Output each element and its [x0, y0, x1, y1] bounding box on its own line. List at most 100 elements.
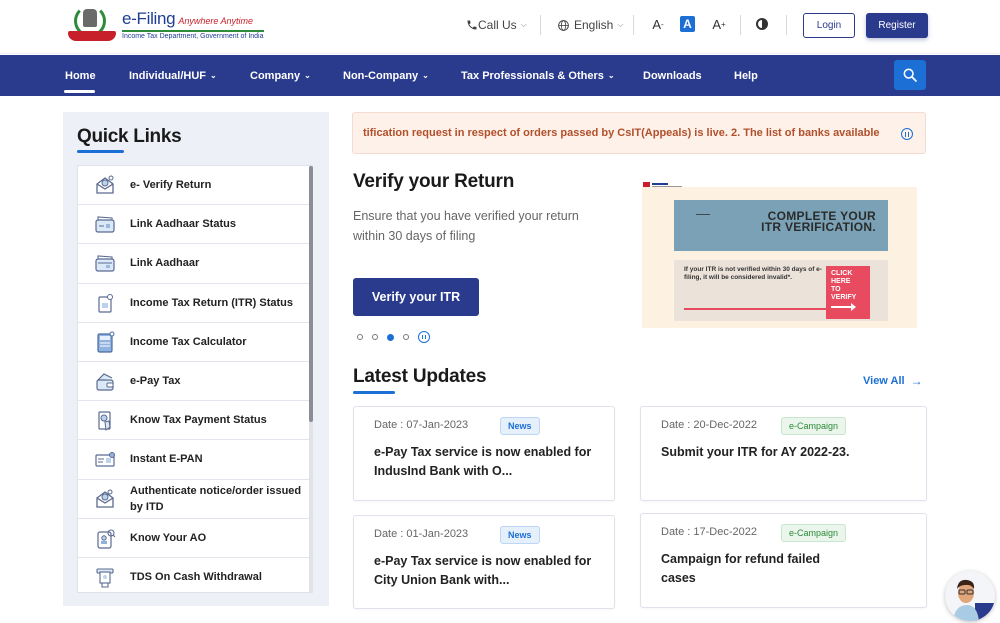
- chevron-down-icon: ⌄: [422, 71, 429, 80]
- itr-verification-banner[interactable]: COMPLETE YOUR ITR VERIFICATION. If your …: [642, 187, 917, 328]
- language-dropdown[interactable]: English ⌵: [557, 13, 623, 37]
- banner-efiling-logo: [643, 176, 691, 188]
- verify-itr-button[interactable]: Verify your ITR: [353, 278, 479, 316]
- ticker-pause-button[interactable]: [901, 128, 913, 140]
- quick-link-item[interactable]: Income Tax Return (ITR) Status: [78, 284, 312, 323]
- nav-individual-huf[interactable]: Individual/HUF ⌄: [129, 55, 217, 96]
- call-us-dropdown[interactable]: Call Us ⌵: [466, 13, 527, 37]
- update-date: Date : 17-Dec-2022: [661, 526, 757, 538]
- register-button[interactable]: Register: [866, 13, 928, 38]
- nav-downloads[interactable]: Downloads: [643, 55, 702, 96]
- update-date: Date : 20-Dec-2022: [661, 419, 757, 431]
- chevron-down-icon: ⌄: [607, 71, 615, 80]
- carousel-description: Ensure that you have verified your retur…: [353, 209, 579, 243]
- login-button[interactable]: Login: [803, 13, 855, 38]
- quick-links-list: e- Verify Return Link Aadhaar Status Link …: [77, 165, 313, 593]
- chatbot-avatar-button[interactable]: [945, 571, 995, 621]
- nav-non-company[interactable]: Non-Company ⌄: [343, 55, 429, 96]
- ticker-text[interactable]: tification request in respect of orders …: [363, 127, 880, 139]
- phone-icon: [467, 20, 477, 30]
- nav-help[interactable]: Help: [734, 55, 758, 96]
- active-nav-indicator: [64, 90, 95, 93]
- font-decrease-button[interactable]: A-: [650, 15, 666, 33]
- quick-link-label: Authenticate notice/order issued by ITD: [130, 484, 302, 513]
- nav-label: Non-Company: [343, 69, 419, 82]
- update-card[interactable]: Date : 07-Jan-2023 News e-Pay Tax servic…: [353, 406, 615, 501]
- update-card[interactable]: Date : 17-Dec-2022 e-Campaign Campaign f…: [640, 513, 927, 608]
- chevron-down-icon: ⌵: [520, 20, 527, 29]
- quick-link-item[interactable]: Income Tax Calculator: [78, 323, 312, 362]
- cta-line: CLICK: [831, 270, 853, 277]
- update-text: e-Pay Tax service is now enabled for Cit…: [374, 554, 592, 587]
- carousel-dot[interactable]: [387, 333, 394, 341]
- update-text: Campaign for refund failed cases: [661, 552, 821, 585]
- nav-label: Downloads: [643, 69, 702, 82]
- chevron-down-icon: ⌄: [210, 71, 217, 80]
- carousel-title: Verify your Return: [353, 171, 515, 192]
- nav-company[interactable]: Company ⌄: [250, 55, 311, 96]
- divider: [786, 15, 787, 35]
- quick-link-label: Know Tax Payment Status: [130, 414, 267, 427]
- chevron-down-icon: ⌄: [304, 71, 311, 80]
- font-decrease-label: A: [652, 16, 661, 32]
- efiling-logo[interactable]: e-Filing Anywhere Anytime Income Tax Dep…: [66, 5, 264, 43]
- aadhaar-link-icon: [94, 252, 116, 274]
- quick-link-item[interactable]: Know Your AO: [78, 519, 312, 558]
- assistant-avatar-icon: [953, 579, 995, 621]
- carousel-dot[interactable]: [372, 334, 378, 340]
- campaign-badge: e-Campaign: [781, 417, 847, 435]
- update-card[interactable]: Date : 01-Jan-2023 News e-Pay Tax servic…: [353, 515, 615, 609]
- contrast-toggle-icon[interactable]: [756, 18, 768, 30]
- logo-tagline: Anywhere Anytime: [178, 15, 254, 26]
- quick-link-item[interactable]: Link Aadhaar: [78, 244, 312, 284]
- news-badge: News: [500, 526, 540, 544]
- pan-card-icon: [94, 448, 116, 470]
- globe-icon: [558, 19, 569, 31]
- banner-click-to-verify[interactable]: CLICK HERE TO VERIFY: [826, 266, 870, 319]
- document-status-icon: [94, 292, 116, 314]
- view-all-link[interactable]: View All →: [863, 374, 923, 388]
- nav-tax-professionals[interactable]: Tax Professionals & Others ⌄: [461, 55, 615, 96]
- quick-link-item[interactable]: Link Aadhaar Status: [78, 205, 312, 245]
- quick-link-label: Link Aadhaar Status: [130, 218, 236, 231]
- title-underline: [353, 391, 395, 394]
- carousel-indicators: [357, 331, 430, 343]
- search-button[interactable]: [894, 60, 926, 90]
- quick-link-item[interactable]: Authenticate notice/order issued by ITD: [78, 480, 312, 519]
- cta-line: HERE: [831, 278, 851, 285]
- quick-link-item[interactable]: e- Verify Return: [78, 166, 312, 206]
- nav-label: Tax Professionals & Others: [461, 69, 604, 82]
- quick-link-item[interactable]: Know Tax Payment Status: [78, 401, 312, 441]
- quick-link-item[interactable]: TDS On Cash Withdrawal: [78, 558, 312, 592]
- main-nav: Home Individual/HUF ⌄ Company ⌄ Non-Compan…: [0, 55, 1000, 96]
- carousel-pause-button[interactable]: [418, 331, 430, 343]
- announcement-ticker: tification request in respect of orders …: [352, 112, 926, 154]
- atm-withdrawal-icon: [94, 566, 116, 588]
- chevron-down-icon: ⌵: [617, 20, 624, 29]
- update-card[interactable]: Date : 20-Dec-2022 e-Campaign Submit you…: [640, 406, 927, 501]
- banner-heading-line2: ITR VERIFICATION.: [761, 220, 876, 234]
- font-increase-button[interactable]: A +: [711, 15, 727, 33]
- carousel-dot[interactable]: [357, 334, 363, 340]
- calculator-icon: [94, 331, 116, 353]
- envelope-authenticate-icon: [94, 488, 116, 510]
- arrow-right-icon: [684, 305, 831, 313]
- quick-links-panel: Quick Links e- Verify Return Link Aadhaar…: [63, 112, 329, 606]
- quick-link-label: e-Pay Tax: [130, 375, 181, 388]
- quick-link-item[interactable]: e-Pay Tax: [78, 362, 312, 402]
- view-all-label: View All: [863, 375, 905, 387]
- quick-link-label: Link Aadhaar: [130, 257, 200, 270]
- update-text: e-Pay Tax service is now enabled for Ind…: [374, 445, 592, 478]
- campaign-badge: e-Campaign: [781, 524, 847, 542]
- quick-link-item[interactable]: Instant E-PAN: [78, 440, 312, 480]
- nav-label: Home: [65, 69, 96, 82]
- payment-status-icon: [94, 409, 116, 432]
- call-us-label: Call Us: [478, 18, 517, 32]
- carousel-dot[interactable]: [403, 334, 409, 340]
- font-default-button[interactable]: A: [680, 16, 695, 32]
- quick-link-label: Know Your AO: [130, 531, 207, 544]
- quick-links-scroll-thumb[interactable]: [309, 166, 313, 422]
- update-text: Submit your ITR for AY 2022-23.: [661, 445, 850, 459]
- title-underline: [77, 150, 124, 153]
- banner-heading-box: COMPLETE YOUR ITR VERIFICATION.: [674, 200, 888, 251]
